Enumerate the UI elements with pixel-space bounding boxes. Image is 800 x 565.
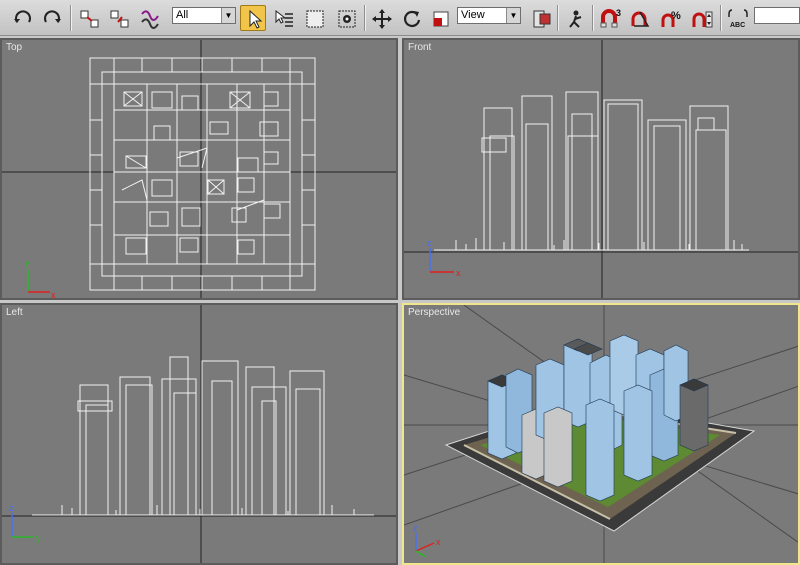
select-by-name-button[interactable]	[270, 5, 296, 31]
select-scale-icon	[433, 11, 449, 27]
perspective-axis-tripod: z x	[413, 523, 441, 558]
selection-filter-value: All	[176, 9, 189, 21]
top-view-wireframe: y x	[2, 40, 396, 300]
chevron-down-icon: ▼	[221, 8, 235, 23]
select-move-icon	[372, 9, 392, 29]
select-object-icon	[249, 9, 263, 29]
top-axis-y-label: y	[25, 258, 30, 268]
angle-snap-icon	[631, 11, 650, 27]
perspective-axis-z-label: z	[413, 523, 418, 533]
undo-icon	[14, 10, 31, 23]
viewport-label-top: Top	[6, 42, 23, 53]
link-icon	[80, 10, 99, 28]
bind-spacewarp-icon	[141, 10, 159, 29]
spell-check-button[interactable]: ABC	[724, 5, 750, 31]
viewport-label-front: Front	[408, 42, 432, 53]
snaps-toggle-button[interactable]: 3	[597, 5, 623, 31]
spell-check-label: ABC	[730, 22, 745, 29]
reference-coordinate-value: View	[461, 9, 485, 21]
main-toolbar: All ▼ View ▼ 3 % ABC	[0, 0, 800, 36]
perspective-render: z x	[404, 305, 798, 563]
snap-mode-label: 3	[616, 8, 621, 18]
select-and-move-button[interactable]	[368, 5, 394, 31]
percent-snap-toggle-button[interactable]: %	[658, 5, 684, 31]
window-crossing-button[interactable]	[333, 5, 359, 31]
use-pivot-center-button[interactable]	[528, 5, 554, 31]
window-crossing-icon	[338, 10, 356, 28]
select-and-scale-button[interactable]	[428, 5, 454, 31]
select-and-link-button[interactable]	[76, 5, 102, 31]
viewport-front[interactable]: z x Front	[402, 38, 800, 300]
left-axis-y-label: y	[36, 533, 41, 543]
spinner-snap-toggle-button[interactable]	[689, 5, 715, 31]
select-manipulate-icon	[569, 10, 582, 28]
reference-coordinate-dropdown[interactable]: View ▼	[457, 7, 521, 24]
unlink-icon	[110, 10, 129, 28]
undo-button[interactable]	[9, 5, 35, 31]
viewport-label-left: Left	[6, 307, 23, 318]
viewport-left[interactable]: z y Left	[0, 303, 398, 565]
select-rotate-icon	[404, 10, 421, 27]
use-pivot-center-icon	[533, 10, 551, 28]
chevron-down-icon: ▼	[506, 8, 520, 23]
viewport-perspective[interactable]: z x Perspective	[402, 303, 800, 565]
select-and-rotate-button[interactable]	[398, 5, 424, 31]
svg-text:%: %	[671, 10, 681, 22]
viewport-label-perspective: Perspective	[408, 307, 461, 318]
top-axis-tripod: y x	[25, 258, 56, 300]
angle-snap-toggle-button[interactable]	[627, 5, 653, 31]
front-axis-z-label: z	[427, 238, 432, 248]
front-view-wireframe: z x	[404, 40, 798, 298]
select-and-manipulate-button[interactable]	[562, 5, 588, 31]
select-by-name-icon	[275, 9, 293, 27]
left-axis-z-label: z	[9, 503, 14, 513]
named-selection-input[interactable]	[754, 7, 800, 24]
snaps-toggle-icon: 3	[600, 8, 621, 28]
unlink-selection-button[interactable]	[106, 5, 132, 31]
rectangular-region-icon	[306, 10, 324, 28]
left-view-wireframe: z y	[2, 305, 396, 563]
spinner-snap-icon	[692, 11, 713, 28]
front-axis-x-label: x	[456, 268, 461, 278]
perspective-axis-x-label: x	[436, 537, 441, 547]
viewport-top[interactable]: y x Top	[0, 38, 398, 300]
rectangular-selection-region-button[interactable]	[301, 5, 327, 31]
top-axis-x-label: x	[51, 290, 56, 300]
selection-filter-dropdown[interactable]: All ▼	[172, 7, 236, 24]
select-object-button[interactable]	[240, 5, 266, 31]
spell-check-icon: ABC	[728, 9, 748, 29]
redo-icon	[44, 10, 61, 23]
percent-snap-icon: %	[661, 10, 681, 27]
redo-button[interactable]	[38, 5, 64, 31]
left-axis-tripod: z y	[9, 503, 41, 543]
bind-to-spacewarp-button[interactable]	[136, 5, 162, 31]
